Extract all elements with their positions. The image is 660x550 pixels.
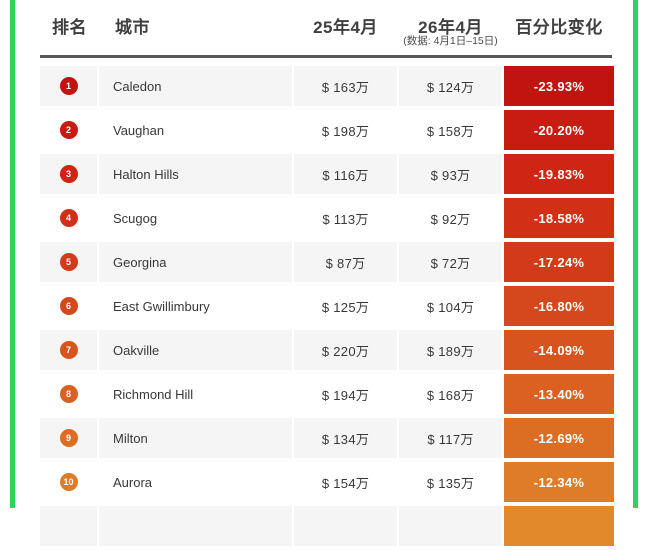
city-name: Georgina (99, 242, 292, 282)
price-apr-2025: $ 198万 (321, 123, 370, 139)
rank-badge: 8 (59, 385, 78, 403)
pct-change-cell (504, 506, 614, 546)
table-row: 5 Georgina $ 87万 $ 72万 -17.24% (40, 242, 614, 282)
table-row: 1 Caledon $ 163万 $ 124万 -23.93% (40, 66, 614, 106)
rank-cell: 7 (40, 330, 97, 370)
table-row: 2 Vaughan $ 198万 $ 158万 -20.20% (40, 110, 614, 150)
price-apr-2025: $ 220万 (294, 330, 397, 370)
city-name: Aurora (113, 474, 153, 490)
city-name: Richmond Hill (113, 386, 194, 402)
ranking-table: 排名 城市 25年4月 26年4月 百分比变化 (数据: 4月1日–15日) 1… (40, 0, 614, 550)
rank-cell: 9 (40, 418, 97, 458)
price-apr-2025: $ 116万 (294, 154, 397, 194)
rank-cell: 5 (40, 242, 97, 282)
left-border-line (10, 0, 15, 508)
table-row: 9 Milton $ 134万 $ 117万 -12.69% (40, 418, 614, 458)
rank-cell: 10 (40, 462, 97, 502)
city-name: Milton (99, 418, 292, 458)
rank-cell: 6 (40, 286, 97, 326)
pct-change-cell: -20.20% (504, 110, 614, 150)
header-divider (40, 55, 612, 58)
pct-change-cell: -23.93% (504, 66, 614, 106)
pct-change-cell: -16.80% (504, 286, 614, 326)
table-row-partial (40, 506, 614, 546)
rank-cell (40, 506, 97, 546)
pct-change-cell: -19.83% (504, 154, 614, 194)
rank-cell: 3 (40, 154, 97, 194)
right-border-line (633, 0, 638, 508)
pct-change-column-header: 百分比变化 (515, 18, 603, 37)
price-apr-2026: $ 158万 (426, 123, 475, 139)
pct-change-cell: -12.69% (504, 418, 614, 458)
price-apr-2025: $ 154万 (321, 475, 370, 491)
price-apr-2025: $ 125万 (321, 299, 370, 315)
city-name: Halton Hills (99, 154, 292, 194)
rank-column-header: 排名 (52, 18, 87, 37)
data-range-note: (数据: 4月1日–15日) (403, 35, 498, 47)
rank-badge (60, 517, 78, 535)
price-apr-2026 (399, 506, 502, 546)
rank-cell: 8 (40, 374, 97, 414)
pct-change-cell: -17.24% (504, 242, 614, 282)
pct-change-cell: -18.58% (504, 198, 614, 238)
city-name (99, 506, 292, 546)
price-apr-2026: $ 117万 (399, 418, 502, 458)
rank-badge: 6 (59, 297, 78, 315)
table-row: 3 Halton Hills $ 116万 $ 93万 -19.83% (40, 154, 614, 194)
city-name: Vaughan (113, 122, 165, 138)
table-row: 6 East Gwillimbury $ 125万 $ 104万 -16.80% (40, 286, 614, 326)
table-row: 8 Richmond Hill $ 194万 $ 168万 -13.40% (40, 374, 614, 414)
rank-badge: 2 (59, 121, 78, 139)
table-row: 10 Aurora $ 154万 $ 135万 -12.34% (40, 462, 614, 502)
table-body: 1 Caledon $ 163万 $ 124万 -23.93% 2 Vaugha… (40, 66, 614, 546)
price-apr-2025: $ 134万 (294, 418, 397, 458)
price-apr-2026: $ 104万 (426, 299, 475, 315)
pct-change-cell: -14.09% (504, 330, 614, 370)
price-apr-2026: $ 92万 (430, 211, 471, 227)
city-name: Scugog (113, 210, 158, 226)
rank-badge: 7 (59, 341, 78, 359)
price-apr-2026: $ 168万 (426, 387, 475, 403)
price-apr-2026: $ 124万 (399, 66, 502, 106)
table-row: 7 Oakville $ 220万 $ 189万 -14.09% (40, 330, 614, 370)
pct-change-cell: -12.34% (504, 462, 614, 502)
price-apr-2025: $ 113万 (322, 211, 369, 227)
rank-badge: 1 (59, 77, 78, 95)
price-apr-2026: $ 135万 (426, 475, 475, 491)
price-apr-2025 (294, 506, 397, 546)
rank-badge: 10 (59, 473, 78, 491)
rank-cell: 4 (40, 198, 97, 238)
pct-change-cell: -13.40% (504, 374, 614, 414)
price-apr-2026: $ 93万 (399, 154, 502, 194)
city-name: East Gwillimbury (113, 298, 210, 314)
city-column-header: 城市 (115, 18, 150, 37)
price-apr-2026: $ 72万 (399, 242, 502, 282)
rank-badge: 3 (59, 165, 78, 183)
table-row: 4 Scugog $ 113万 $ 92万 -18.58% (40, 198, 614, 238)
city-name: Oakville (99, 330, 292, 370)
rank-cell: 1 (40, 66, 97, 106)
price-apr-2025: $ 87万 (294, 242, 397, 282)
rank-badge: 5 (59, 253, 78, 271)
rank-badge: 9 (59, 429, 78, 447)
apr-2025-column-header: 25年4月 (313, 18, 378, 37)
rank-badge: 4 (59, 209, 78, 227)
price-apr-2025: $ 163万 (294, 66, 397, 106)
price-apr-2025: $ 194万 (321, 387, 370, 403)
city-name: Caledon (99, 66, 292, 106)
rank-cell: 2 (40, 110, 97, 150)
table-header: 排名 城市 25年4月 26年4月 百分比变化 (数据: 4月1日–15日) (40, 0, 614, 47)
price-apr-2026: $ 189万 (399, 330, 502, 370)
